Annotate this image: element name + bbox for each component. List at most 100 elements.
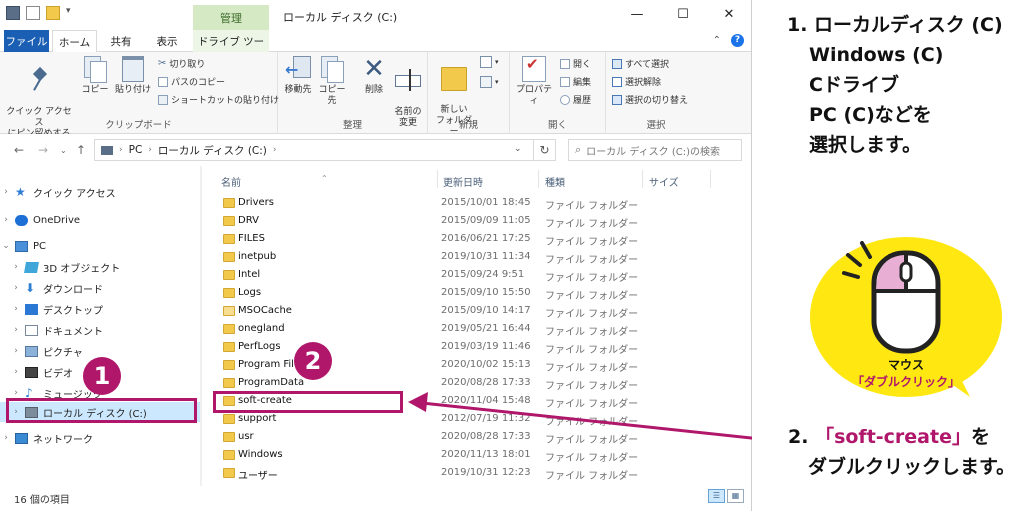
- search-input[interactable]: ⌕ ローカル ディスク (C:)の検索: [568, 139, 742, 161]
- chevron-right-icon[interactable]: ›: [0, 215, 12, 225]
- table-row[interactable]: MSOCache 2015/09/10 14:17 ファイル フォルダー: [205, 302, 751, 320]
- column-divider[interactable]: [642, 170, 643, 188]
- table-row[interactable]: Logs 2015/09/10 15:50 ファイル フォルダー: [205, 284, 751, 302]
- history-button[interactable]: 履歴: [560, 93, 591, 106]
- chevron-right-icon[interactable]: ›: [10, 367, 22, 377]
- table-row[interactable]: onegland 2019/05/21 16:44 ファイル フォルダー: [205, 320, 751, 338]
- chevron-right-icon[interactable]: ›: [10, 262, 22, 272]
- address-box[interactable]: › PC › ローカル ディスク (C:) ›: [94, 139, 534, 161]
- breadcrumb-pc[interactable]: PC: [129, 144, 143, 156]
- chevron-right-icon[interactable]: ›: [10, 283, 22, 293]
- new-folder-icon[interactable]: [46, 6, 60, 20]
- nav-item-pc[interactable]: ⌄ PC: [0, 236, 202, 256]
- column-header-size[interactable]: サイズ: [649, 174, 679, 189]
- refresh-icon[interactable]: ↻: [534, 139, 556, 161]
- easy-access-button[interactable]: ▾: [480, 76, 499, 88]
- copy-to-button[interactable]: コピー先: [316, 56, 348, 107]
- recent-locations-chevron-icon[interactable]: ⌄: [60, 146, 67, 155]
- maximize-button[interactable]: ☐: [660, 0, 706, 30]
- nav-item-desktop[interactable]: › デスクトップ: [0, 299, 202, 319]
- close-button[interactable]: ✕: [706, 0, 751, 30]
- cut-button[interactable]: ✂ 切り取り: [158, 57, 205, 70]
- tab-file[interactable]: ファイル: [4, 30, 49, 52]
- table-row[interactable]: ProgramData 2020/08/28 17:33 ファイル フォルダー: [205, 374, 751, 392]
- table-row[interactable]: FILES 2016/06/21 17:25 ファイル フォルダー: [205, 230, 751, 248]
- step1-line: Cドライブ: [809, 74, 899, 96]
- file-type: ファイル フォルダー: [545, 255, 639, 266]
- tab-share[interactable]: 共有: [104, 30, 138, 52]
- address-dropdown-icon[interactable]: ⌄: [514, 144, 522, 154]
- paste-shortcut-button[interactable]: ショートカットの貼り付け: [158, 93, 279, 106]
- nav-item-onedrive[interactable]: › OneDrive: [0, 210, 202, 230]
- chevron-right-icon[interactable]: ›: [10, 346, 22, 356]
- column-header-date[interactable]: 更新日時: [443, 174, 483, 189]
- column-header-name[interactable]: 名前: [221, 174, 241, 189]
- chevron-down-icon[interactable]: ⌄: [0, 241, 12, 251]
- nav-label: ビデオ: [43, 368, 73, 380]
- copy-button[interactable]: コピー: [80, 56, 110, 96]
- open-button[interactable]: 開く: [560, 57, 591, 70]
- properties-check-icon[interactable]: [26, 6, 40, 20]
- table-row[interactable]: Program Files 2020/10/02 15:13 ファイル フォルダー: [205, 356, 751, 374]
- paste-button[interactable]: 貼り付け: [114, 56, 152, 96]
- chevron-up-icon[interactable]: ⌃: [713, 35, 721, 46]
- table-row[interactable]: PerfLogs 2019/03/19 11:46 ファイル フォルダー: [205, 338, 751, 356]
- up-arrow-icon[interactable]: ↑: [76, 143, 86, 157]
- forward-arrow-icon[interactable]: →: [38, 143, 48, 157]
- table-row[interactable]: inetpub 2019/10/31 11:34 ファイル フォルダー: [205, 248, 751, 266]
- table-row[interactable]: usr 2020/08/28 17:33 ファイル フォルダー: [205, 428, 751, 446]
- table-row[interactable]: Drivers 2015/10/01 18:45 ファイル フォルダー: [205, 194, 751, 212]
- invert-selection-button[interactable]: 選択の切り替え: [612, 93, 688, 106]
- nav-label: ネットワーク: [33, 434, 93, 446]
- table-row[interactable]: DRV 2015/09/09 11:05 ファイル フォルダー: [205, 212, 751, 230]
- nav-item-quick-access[interactable]: › ★ クイック アクセス: [0, 182, 202, 202]
- folder-icon: [223, 324, 235, 334]
- mouse-label: マウス: [887, 358, 924, 372]
- select-none-button[interactable]: 選択解除: [612, 75, 661, 88]
- easy-access-icon: [480, 76, 492, 88]
- shortcut-icon: [158, 94, 168, 105]
- column-divider[interactable]: [710, 170, 711, 188]
- edit-button[interactable]: 編集: [560, 75, 591, 88]
- customize-toolbar-icon[interactable]: ▾: [66, 6, 76, 20]
- table-row[interactable]: Intel 2015/09/24 9:51 ファイル フォルダー: [205, 266, 751, 284]
- move-to-button[interactable]: 移動先: [282, 56, 314, 96]
- large-icons-view-icon[interactable]: ▦: [727, 489, 744, 503]
- nav-item-downloads[interactable]: › ⬇ ダウンロード: [0, 278, 202, 298]
- column-divider[interactable]: [437, 170, 438, 188]
- help-icon[interactable]: ?: [731, 34, 744, 47]
- nav-item-3d-objects[interactable]: › 3D オブジェクト: [0, 257, 202, 277]
- chevron-right-icon[interactable]: ›: [0, 187, 12, 197]
- pc-icon[interactable]: [6, 6, 20, 20]
- nav-item-documents[interactable]: › ドキュメント: [0, 320, 202, 340]
- navigation-scrollbar[interactable]: [200, 166, 202, 486]
- copy-to-label: コピー先: [318, 85, 346, 106]
- tab-view[interactable]: 表示: [148, 30, 186, 52]
- details-view-icon[interactable]: ☰: [708, 489, 725, 503]
- breadcrumb-local-disk[interactable]: ローカル ディスク (C:): [158, 143, 267, 158]
- chevron-right-icon[interactable]: ›: [10, 388, 22, 398]
- file-type: ファイル フォルダー: [545, 201, 639, 212]
- select-all-button[interactable]: すべて選択: [612, 57, 669, 70]
- new-item-button[interactable]: ▾: [480, 56, 499, 68]
- copy-path-button[interactable]: パスのコピー: [158, 75, 225, 88]
- chevron-right-icon[interactable]: ›: [0, 433, 12, 443]
- minimize-button[interactable]: —: [614, 0, 660, 30]
- chevron-right-icon[interactable]: ›: [10, 304, 22, 314]
- file-date: 2016/06/21 17:25: [441, 233, 531, 244]
- tab-drive-tools[interactable]: ドライブ ツール: [193, 30, 269, 63]
- step-badge-2: 2: [294, 342, 332, 380]
- chevron-right-icon[interactable]: ›: [10, 325, 22, 335]
- tab-home[interactable]: ホーム: [52, 30, 97, 53]
- nav-item-network[interactable]: › ネットワーク: [0, 428, 202, 448]
- table-row[interactable]: Windows 2020/11/13 18:01 ファイル フォルダー: [205, 446, 751, 464]
- delete-button[interactable]: ✕ 削除: [358, 56, 390, 96]
- back-arrow-icon[interactable]: ←: [14, 143, 24, 157]
- column-header-type[interactable]: 種類: [545, 174, 565, 189]
- properties-button[interactable]: プロパティ: [512, 56, 556, 107]
- table-row[interactable]: ユーザー 2019/10/31 12:23 ファイル フォルダー: [205, 464, 751, 482]
- file-type: ファイル フォルダー: [545, 219, 639, 230]
- step1-line: 1. ローカルディスク (C): [787, 14, 1003, 36]
- column-divider[interactable]: [538, 170, 539, 188]
- paste-shortcut-label: ショートカットの貼り付け: [171, 96, 280, 106]
